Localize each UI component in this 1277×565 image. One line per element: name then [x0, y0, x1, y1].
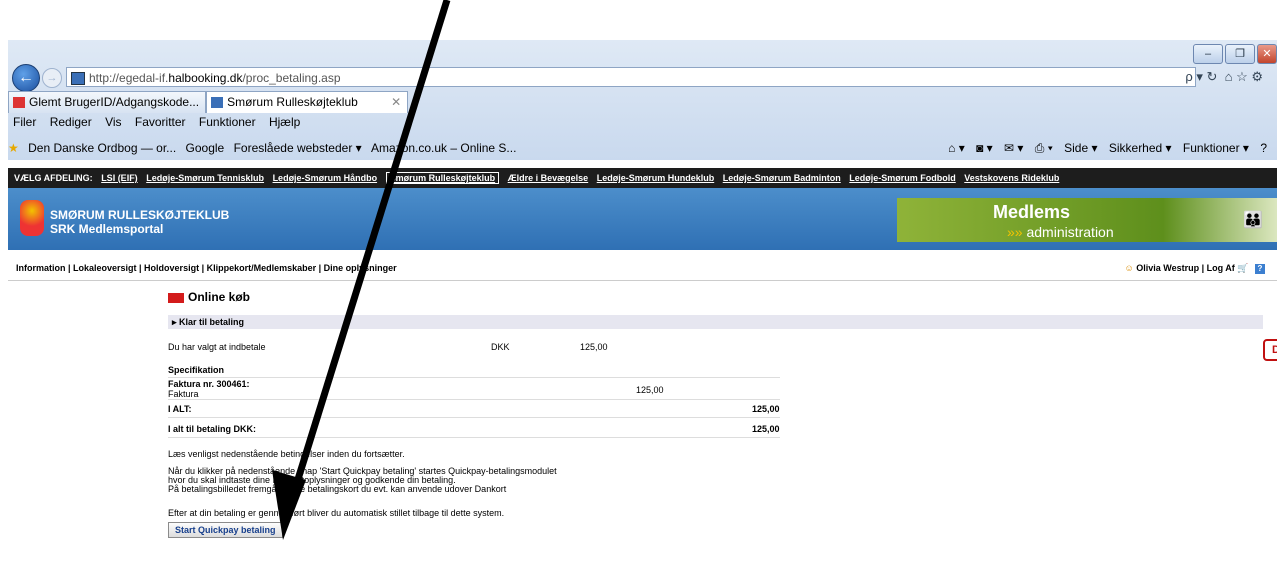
- heading-text: Online køb: [188, 290, 251, 304]
- menu-side[interactable]: Side ▾: [1064, 141, 1097, 155]
- dankort-logo: DK: [1263, 339, 1277, 361]
- info-text-3: På betalingsbilledet fremgår hvilke beta…: [168, 484, 507, 494]
- page-icon: [211, 97, 224, 108]
- logo-arrows: »»: [1007, 224, 1023, 240]
- club-banner: SMØRUM RULLESKØJTEKLUB SRK Medlemsportal…: [8, 188, 1277, 250]
- print-icon[interactable]: ⎙ ▾: [1035, 141, 1053, 155]
- home-icon[interactable]: ⌂ ▾: [948, 141, 965, 155]
- user-icon: ☺: [1124, 263, 1134, 273]
- cart-icon[interactable]: 🛒: [1237, 263, 1248, 273]
- divider: [168, 417, 780, 418]
- terms-text: Læs venligst nedenstående betingelser in…: [168, 449, 405, 459]
- divider: [168, 399, 780, 400]
- divider: [168, 437, 780, 438]
- menu-favoritter[interactable]: Favoritter: [135, 115, 186, 129]
- forward-button[interactable]: →: [42, 68, 62, 88]
- people-icon: 👪: [1243, 212, 1263, 229]
- amount-value: 125,00: [580, 342, 608, 352]
- tab-smorum-rulleskojteklub[interactable]: Smørum Rulleskøjteklub ✕: [206, 91, 409, 113]
- mail-icon[interactable]: ✉ ▾: [1004, 141, 1023, 155]
- menu-filer[interactable]: Filer: [13, 115, 36, 129]
- help-icon[interactable]: ?: [1255, 264, 1265, 274]
- amount-label: Du har valgt at indbetale: [168, 342, 266, 352]
- total-dkk-value: 125,00: [752, 424, 780, 434]
- total-label: I ALT:: [168, 404, 192, 414]
- logo-subtitle: »» administration: [1007, 224, 1114, 240]
- dept-link-hundeklub[interactable]: Ledøje-Smørum Hundeklub: [597, 173, 715, 183]
- medlems-administration-logo: Medlems »» administration 👪: [897, 198, 1277, 242]
- spec-title: Specifikation: [168, 365, 225, 375]
- menu-funktioner-cmd[interactable]: Funktioner ▾: [1183, 141, 1249, 155]
- help-icon[interactable]: ?: [1260, 141, 1267, 155]
- back-button[interactable]: ←: [12, 64, 40, 92]
- club-name: SMØRUM RULLESKØJTEKLUB: [50, 208, 230, 222]
- total-dkk-label: I alt til betaling DKK:: [168, 424, 257, 434]
- dept-link-badminton[interactable]: Ledøje-Smørum Badminton: [723, 173, 841, 183]
- command-bar: ⌂ ▾ ◙ ▾ ✉ ▾ ⎙ ▾ Side ▾ Sikkerhed ▾ Funkt…: [940, 137, 1267, 159]
- browser-chrome: – ❐ ✕ ← → http://egedal-if.halbooking.dk…: [8, 40, 1277, 160]
- menu-bar: Filer Rediger Vis Favoritter Funktioner …: [8, 115, 1277, 129]
- dept-link-aeldre[interactable]: Ældre i Bevægelse: [508, 173, 589, 183]
- dept-link-fodbold[interactable]: Ledøje-Smørum Fodbold: [849, 173, 956, 183]
- page-title: Online køb: [168, 290, 250, 304]
- dept-link-rideklub[interactable]: Vestskovens Rideklub: [964, 173, 1059, 183]
- dankort-icon: [168, 292, 184, 303]
- step-indicator: ▸ Klar til betaling: [168, 315, 1263, 329]
- url-path: /proc_betaling.asp: [242, 71, 341, 85]
- menu-hjaelp[interactable]: Hjælp: [269, 115, 300, 129]
- logo-sub-text: administration: [1026, 224, 1114, 240]
- feeds-icon[interactable]: ◙ ▾: [976, 141, 993, 155]
- restore-icon[interactable]: ❐: [1225, 44, 1255, 64]
- invoice-number: Faktura nr. 300461:: [168, 379, 250, 389]
- close-tab-icon[interactable]: ✕: [391, 95, 401, 109]
- department-bar: VÆLG AFDELING: LSI (EIF) Ledøje-Smørum T…: [8, 168, 1277, 188]
- user-links[interactable]: Olivia Westrup | Log Af: [1136, 263, 1235, 273]
- search-refresh-icon[interactable]: ρ ▾ ↻: [1185, 69, 1217, 84]
- favorite-danske-ordbog[interactable]: Den Danske Ordbog — or...: [28, 137, 176, 159]
- menu-vis[interactable]: Vis: [105, 115, 121, 129]
- tab-glemt-brugerid[interactable]: Glemt BrugerID/Adgangskode...: [8, 91, 207, 113]
- user-nav: ☺ Olivia Westrup | Log Af 🛒 ?: [1124, 256, 1265, 280]
- gmail-icon: [13, 97, 25, 108]
- window-controls: – ❐ ✕: [1193, 44, 1277, 64]
- menu-funktioner[interactable]: Funktioner: [199, 115, 256, 129]
- favorite-amazon[interactable]: Amazon.co.uk – Online S...: [371, 137, 516, 159]
- divider: [168, 377, 780, 378]
- logo-title: Medlems: [993, 202, 1071, 222]
- favorite-foreslaaede[interactable]: Foreslåede websteder ▾: [234, 137, 362, 159]
- info-text-4: Efter at din betaling er gennemført bliv…: [168, 508, 505, 518]
- address-bar[interactable]: http://egedal-if.halbooking.dk/proc_beta…: [66, 67, 1196, 87]
- club-logo: [20, 200, 44, 236]
- nav-links[interactable]: Information | Lokaleoversigt | Holdovers…: [16, 256, 397, 280]
- start-quickpay-button[interactable]: Start Quickpay betaling: [168, 522, 283, 538]
- minimize-icon[interactable]: –: [1193, 44, 1223, 64]
- total-value: 125,00: [752, 404, 780, 414]
- dept-link-lsi[interactable]: LSI (EIF): [101, 173, 138, 183]
- portal-name: SRK Medlemsportal: [50, 222, 164, 236]
- menu-rediger[interactable]: Rediger: [50, 115, 92, 129]
- favorite-google[interactable]: Google: [186, 137, 225, 159]
- dept-link-tennis[interactable]: Ledøje-Smørum Tennisklub: [146, 173, 264, 183]
- address-controls[interactable]: ρ ▾ ↻ ⌂ ☆ ⚙: [1185, 69, 1263, 85]
- main-nav: Information | Lokaleoversigt | Holdovers…: [8, 256, 1277, 281]
- invoice-amount: 125,00: [636, 385, 664, 395]
- tab-label: Glemt BrugerID/Adgangskode...: [29, 95, 200, 109]
- tab-strip: Glemt BrugerID/Adgangskode... Smørum Rul…: [8, 91, 409, 113]
- page-icon: [71, 72, 85, 85]
- favorites-star-icon[interactable]: ★: [8, 137, 19, 159]
- tab-label: Smørum Rulleskøjteklub: [227, 95, 358, 109]
- invoice-type: Faktura: [168, 389, 199, 399]
- close-icon[interactable]: ✕: [1257, 44, 1277, 64]
- dept-link-handbold[interactable]: Ledøje-Smørum Håndbo: [273, 173, 378, 183]
- url-domain: halbooking.dk: [168, 71, 243, 85]
- department-label: VÆLG AFDELING:: [14, 173, 93, 183]
- dept-link-rulleskojte[interactable]: Smørum Rulleskøjteklub: [385, 172, 500, 184]
- currency: DKK: [491, 342, 510, 352]
- screenshot-margin: [0, 0, 1277, 40]
- menu-sikkerhed[interactable]: Sikkerhed ▾: [1109, 141, 1172, 155]
- url-prefix: http://egedal-if.: [89, 71, 169, 85]
